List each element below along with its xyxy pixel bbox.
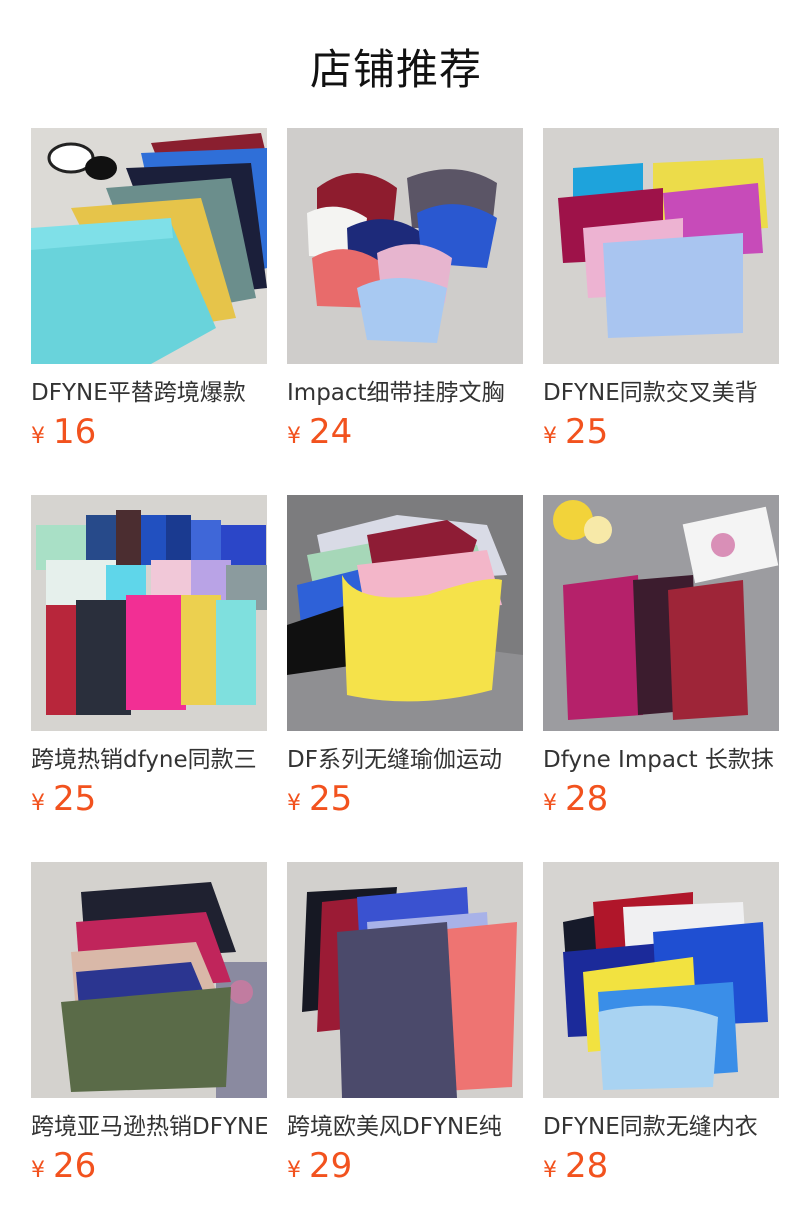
currency-symbol: ¥ [287, 424, 301, 449]
price-value: 25 [309, 779, 353, 819]
price-value: 28 [565, 1146, 609, 1186]
price-value: 26 [53, 1146, 97, 1186]
currency-symbol: ¥ [543, 424, 557, 449]
product-price: ¥29 [287, 1146, 523, 1192]
product-price: ¥24 [287, 412, 523, 458]
product-price: ¥16 [31, 412, 267, 458]
product-image[interactable] [31, 862, 267, 1098]
product-image[interactable] [543, 128, 779, 364]
price-value: 16 [53, 412, 97, 452]
product-price: ¥28 [543, 1146, 779, 1192]
product-image[interactable] [287, 128, 523, 364]
currency-symbol: ¥ [31, 424, 45, 449]
product-price: ¥25 [287, 779, 523, 825]
price-value: 25 [53, 779, 97, 819]
product-grid: DFYNE平替跨境爆款 ¥16 Impact细带挂脖文胸 ¥24 DFYNE同款… [31, 128, 779, 1229]
product-name[interactable]: DFYNE同款交叉美背 [543, 378, 779, 408]
currency-symbol: ¥ [543, 1158, 557, 1183]
product-name[interactable]: 跨境欧美风DFYNE纯 [287, 1112, 523, 1142]
product-name[interactable]: 跨境热销dfyne同款三 [31, 745, 267, 775]
price-value: 24 [309, 412, 353, 452]
price-value: 29 [309, 1146, 353, 1186]
product-card[interactable]: 跨境热销dfyne同款三 ¥25 [31, 495, 267, 862]
product-name[interactable]: Impact细带挂脖文胸 [287, 378, 523, 408]
product-card[interactable]: Impact细带挂脖文胸 ¥24 [287, 128, 523, 495]
product-card[interactable]: DF系列无缝瑜伽运动 ¥25 [287, 495, 523, 862]
product-name[interactable]: DFYNE平替跨境爆款 [31, 378, 267, 408]
product-price: ¥26 [31, 1146, 267, 1192]
product-card[interactable]: DFYNE同款无缝内衣 ¥28 [543, 862, 779, 1229]
product-card[interactable]: Dfyne Impact 长款抹 ¥28 [543, 495, 779, 862]
price-value: 28 [565, 779, 609, 819]
product-image[interactable] [31, 495, 267, 731]
product-name[interactable]: DF系列无缝瑜伽运动 [287, 745, 523, 775]
currency-symbol: ¥ [31, 791, 45, 816]
product-name[interactable]: Dfyne Impact 长款抹 [543, 745, 779, 775]
product-image[interactable] [543, 862, 779, 1098]
product-name[interactable]: DFYNE同款无缝内衣 [543, 1112, 779, 1142]
product-image[interactable] [287, 495, 523, 731]
product-name[interactable]: 跨境亚马逊热销DFYNE [31, 1112, 267, 1142]
product-image[interactable] [543, 495, 779, 731]
currency-symbol: ¥ [31, 1158, 45, 1183]
page-title: 店铺推荐 [309, 45, 482, 94]
product-price: ¥25 [31, 779, 267, 825]
product-price: ¥28 [543, 779, 779, 825]
product-image[interactable] [287, 862, 523, 1098]
currency-symbol: ¥ [543, 791, 557, 816]
product-card[interactable]: 跨境欧美风DFYNE纯 ¥29 [287, 862, 523, 1229]
product-card[interactable]: DFYNE平替跨境爆款 ¥16 [31, 128, 267, 495]
currency-symbol: ¥ [287, 791, 301, 816]
product-card[interactable]: DFYNE同款交叉美背 ¥25 [543, 128, 779, 495]
product-card[interactable]: 跨境亚马逊热销DFYNE ¥26 [31, 862, 267, 1229]
product-price: ¥25 [543, 412, 779, 458]
product-image[interactable] [31, 128, 267, 364]
price-value: 25 [565, 412, 609, 452]
currency-symbol: ¥ [287, 1158, 301, 1183]
